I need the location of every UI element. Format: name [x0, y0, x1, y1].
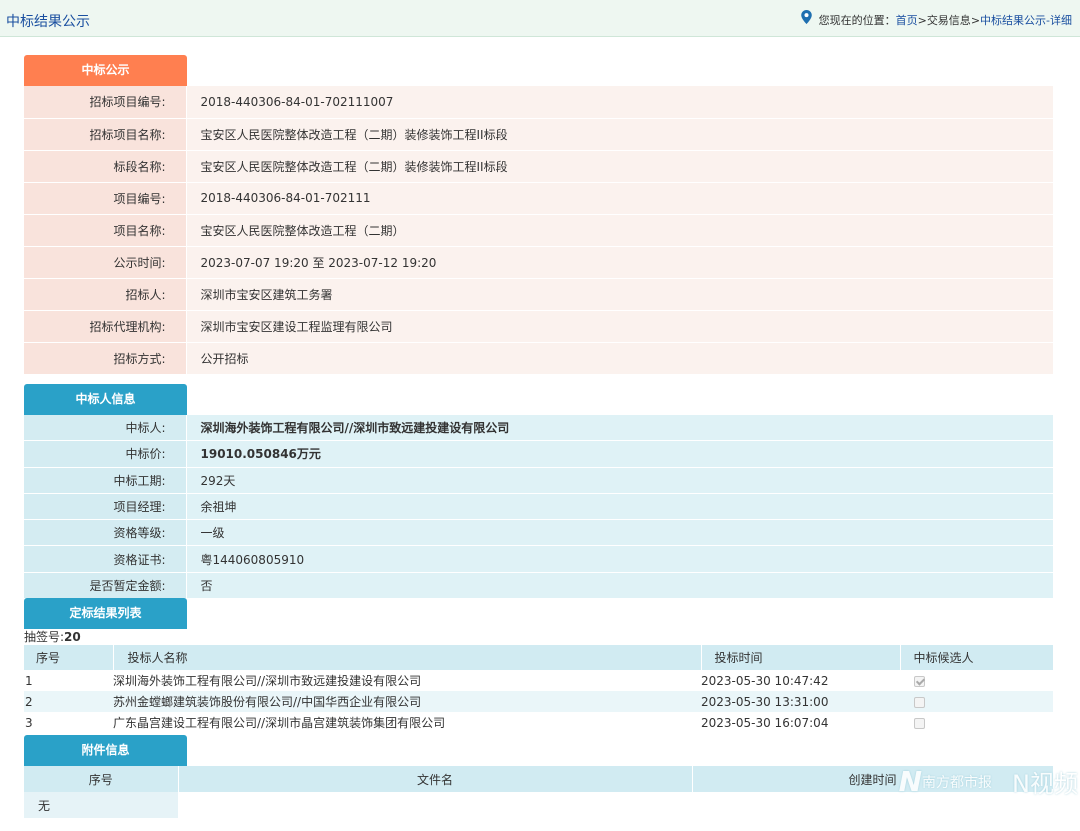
breadcrumb-trade-info: 交易信息 [926, 14, 971, 27]
lottery-value: 20 [64, 630, 81, 645]
attachment-empty-text: 无 [24, 792, 178, 819]
result-candidate-cell [900, 712, 1053, 734]
info-label: 中标人: [24, 414, 187, 442]
top-bar: 中标结果公示 您现在的位置： 首页 > 交易信息 > 中标结果公示-详细 [0, 0, 1080, 37]
result-bidder-name: 广东晶宫建设工程有限公司//深圳市晶宫建筑装饰集团有限公司 [113, 712, 701, 734]
info-value: 292天 [186, 467, 1053, 494]
breadcrumb-separator: > [970, 13, 981, 27]
result-no: 1 [24, 670, 113, 692]
info-value: 余祖坤 [186, 493, 1053, 521]
info-row: 资格等级: 一级 [24, 519, 1053, 547]
info-value: 宝安区人民医院整体改造工程（二期）装修装饰工程II标段 [186, 150, 1053, 183]
info-value: 公开招标 [186, 342, 1053, 375]
location-prefix: 您现在的位置： [818, 14, 896, 27]
info-label: 是否暂定金额: [24, 572, 187, 600]
info-value: 粤144060805910 [186, 545, 1053, 573]
result-bid-time: 2023-05-30 13:31:00 [701, 691, 900, 713]
info-value: 深圳市宝安区建设工程监理有限公司 [186, 310, 1053, 343]
result-no: 3 [24, 712, 113, 734]
info-value: 19010.050846万元 [186, 440, 1053, 468]
lottery-label: 抽签号: [24, 630, 65, 645]
info-row: 招标方式: 公开招标 [24, 342, 1053, 375]
info-value: 2018-440306-84-01-702111007 [186, 86, 1053, 119]
info-row: 招标项目编号: 2018-440306-84-01-702111007 [24, 86, 1053, 119]
info-row: 招标代理机构: 深圳市宝安区建设工程监理有限公司 [24, 310, 1053, 343]
info-row: 中标价: 19010.050846万元 [24, 440, 1053, 468]
info-label: 公示时间: [24, 246, 187, 279]
info-value: 深圳海外装饰工程有限公司//深圳市致远建投建设有限公司 [186, 414, 1053, 442]
info-row: 资格证书: 粤144060805910 [24, 545, 1053, 573]
award-notice-table: 招标项目编号: 2018-440306-84-01-702111007 招标项目名称… [24, 86, 1053, 375]
winner-info-table: 中标人: 深圳海外装饰工程有限公司//深圳市致远建投建设有限公司 中标价: 19010… [24, 414, 1053, 600]
info-row: 是否暂定金额: 否 [24, 572, 1053, 600]
info-value: 深圳市宝安区建筑工务署 [186, 278, 1053, 311]
info-label: 中标价: [24, 440, 187, 468]
result-header-row: 序号 投标人名称 投标时间 中标候选人 [24, 645, 1054, 671]
result-bidder-name: 苏州金螳螂建筑装饰股份有限公司//中国华西企业有限公司 [113, 691, 701, 713]
info-row: 项目名称: 宝安区人民医院整体改造工程（二期） [24, 214, 1053, 247]
candidate-checkbox[interactable] [914, 717, 925, 729]
breadcrumb-separator: > [917, 13, 927, 27]
breadcrumb: 您现在的位置： 首页 > 交易信息 > 中标结果公示-详细 [800, 10, 1072, 28]
info-label: 招标项目编号: [24, 86, 187, 119]
result-no: 2 [24, 691, 113, 713]
info-label: 项目经理: [24, 493, 187, 521]
candidate-checkbox[interactable] [914, 696, 925, 708]
section-tab-award-notice: 中标公示 [24, 55, 187, 86]
result-bid-time: 2023-05-30 10:47:42 [701, 670, 900, 692]
info-value: 宝安区人民医院整体改造工程（二期） [186, 214, 1053, 247]
result-row: 1 深圳海外装饰工程有限公司//深圳市致远建投建设有限公司 2023-05-30 1… [24, 670, 1053, 692]
info-value: 否 [186, 572, 1053, 600]
col-header-created-time: 创建时间 [692, 766, 1054, 793]
breadcrumb-current-link[interactable]: 中标结果公示-详细 [980, 12, 1072, 28]
info-value: 2023-07-07 19:20 至 2023-07-12 19:20 [186, 246, 1053, 279]
info-label: 中标工期: [24, 467, 187, 494]
candidate-checkbox[interactable] [914, 675, 925, 687]
info-row: 中标工期: 292天 [24, 467, 1053, 494]
attachment-empty-row: 无 [24, 792, 1053, 819]
col-header-attach-no: 序号 [24, 766, 179, 793]
info-value: 2018-440306-84-01-702111 [186, 182, 1053, 215]
info-label: 项目编号: [24, 182, 187, 215]
info-label: 项目名称: [24, 214, 187, 247]
info-label: 招标方式: [24, 342, 187, 375]
info-label: 招标代理机构: [24, 310, 187, 343]
info-row: 公示时间: 2023-07-07 19:20 至 2023-07-12 19:20 [24, 246, 1053, 279]
info-value: 宝安区人民医院整体改造工程（二期）装修装饰工程II标段 [186, 118, 1053, 151]
result-table: 序号 投标人名称 投标时间 中标候选人 1 深圳海外装饰工程有限公司//深圳市致远… [24, 645, 1054, 734]
result-bidder-name: 深圳海外装饰工程有限公司//深圳市致远建投建设有限公司 [113, 670, 701, 692]
info-row: 项目经理: 余祖坤 [24, 493, 1053, 521]
info-row: 项目编号: 2018-440306-84-01-702111 [24, 182, 1053, 215]
info-label: 招标人: [24, 278, 187, 311]
result-bid-time: 2023-05-30 16:07:04 [701, 712, 900, 734]
col-header-candidate: 中标候选人 [900, 645, 1054, 671]
info-label: 标段名称: [24, 150, 187, 183]
section-tab-winner-info: 中标人信息 [24, 383, 187, 415]
lottery-number: 抽签号:20 [24, 629, 1053, 645]
breadcrumb-home-link[interactable]: 首页 [896, 12, 918, 28]
col-header-file-name: 文件名 [178, 766, 693, 793]
section-tab-attachments: 附件信息 [24, 735, 187, 767]
attachment-table: 序号 文件名 创建时间 无 [24, 766, 1054, 819]
info-row: 招标项目名称: 宝安区人民医院整体改造工程（二期）装修装饰工程II标段 [24, 118, 1053, 151]
result-candidate-cell [900, 691, 1053, 713]
col-header-bid-time: 投标时间 [701, 645, 901, 671]
info-label: 招标项目名称: [24, 118, 187, 151]
col-header-no: 序号 [24, 645, 114, 671]
page-title: 中标结果公示 [6, 14, 90, 30]
info-row: 标段名称: 宝安区人民医院整体改造工程（二期）装修装饰工程II标段 [24, 150, 1053, 183]
attachment-header-row: 序号 文件名 创建时间 [24, 766, 1054, 793]
result-row: 2 苏州金螳螂建筑装饰股份有限公司//中国华西企业有限公司 2023-05-30 1… [24, 691, 1053, 713]
col-header-bidder: 投标人名称 [113, 645, 702, 671]
info-value: 一级 [186, 519, 1053, 547]
content-area: 中标公示 招标项目编号: 2018-440306-84-01-702111007 招… [24, 55, 1054, 819]
section-tab-result-list: 定标结果列表 [24, 598, 187, 630]
info-label: 资格等级: [24, 519, 187, 547]
info-row: 中标人: 深圳海外装饰工程有限公司//深圳市致远建投建设有限公司 [24, 414, 1053, 442]
location-pin-icon [800, 10, 812, 24]
info-label: 资格证书: [24, 545, 187, 573]
result-candidate-cell [900, 670, 1053, 692]
result-row: 3 广东晶宫建设工程有限公司//深圳市晶宫建筑装饰集团有限公司 2023-05-30… [24, 712, 1053, 734]
info-row: 招标人: 深圳市宝安区建筑工务署 [24, 278, 1053, 311]
